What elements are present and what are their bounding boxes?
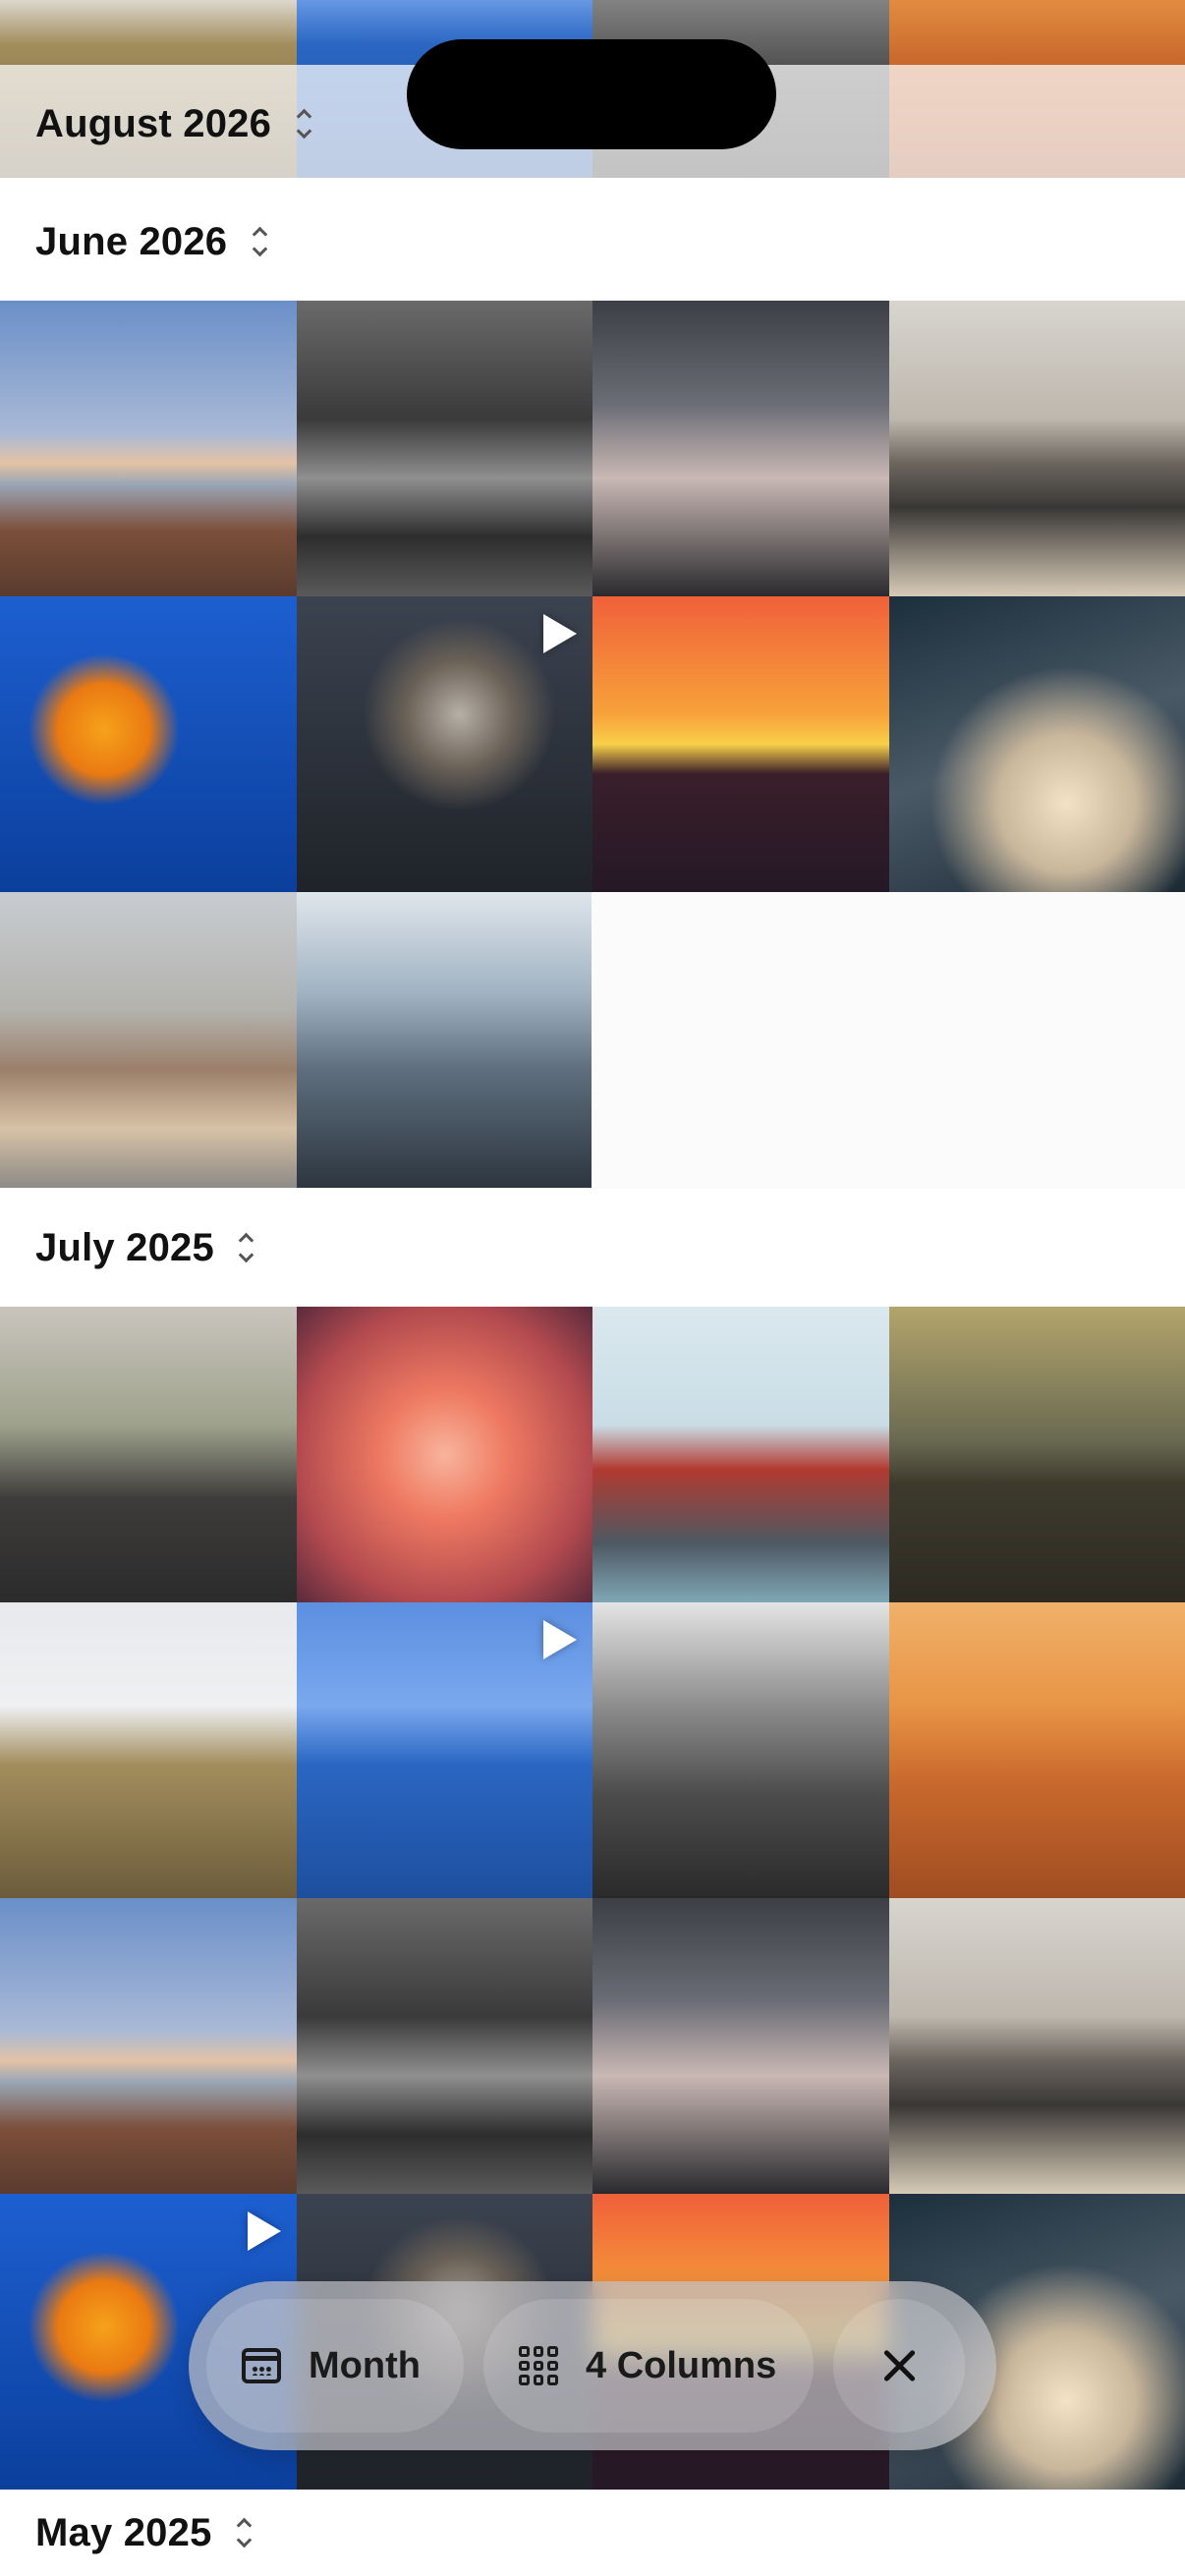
month-button[interactable]: Month <box>206 2299 464 2433</box>
section-title: July 2025 <box>35 1225 214 1269</box>
photo-tile[interactable] <box>888 1898 1185 2194</box>
photo-tile[interactable] <box>296 892 592 1188</box>
photo-tile[interactable] <box>888 301 1185 596</box>
expand-collapse-icon[interactable] <box>234 2515 255 2550</box>
dynamic-island <box>407 39 776 149</box>
video-tile[interactable] <box>296 1602 592 1898</box>
section-title: August 2026 <box>35 101 272 145</box>
video-tile[interactable] <box>296 596 592 892</box>
photo-tile[interactable] <box>592 301 889 596</box>
expand-collapse-icon[interactable] <box>236 1230 257 1265</box>
columns-label: 4 Columns <box>586 2344 777 2386</box>
play-icon <box>247 2212 281 2251</box>
section-header-july-2025[interactable]: July 2025 <box>0 1189 1185 1307</box>
photo-tile[interactable] <box>296 1307 592 1602</box>
photo-tile[interactable] <box>592 1307 889 1602</box>
photo-tile[interactable] <box>0 1898 297 2194</box>
month-label: Month <box>309 2344 421 2386</box>
empty-grid-space <box>592 893 1185 1189</box>
play-icon <box>543 1620 577 1659</box>
photo-tile[interactable] <box>0 596 297 892</box>
photo-tile[interactable] <box>888 1307 1185 1602</box>
grid-icon <box>519 2346 558 2385</box>
expand-collapse-icon[interactable] <box>249 224 270 259</box>
section-header-june-2026[interactable]: June 2026 <box>0 183 1185 301</box>
photo-tile[interactable] <box>296 1898 592 2194</box>
photo-tile[interactable] <box>592 1898 889 2194</box>
photo-tile[interactable] <box>888 596 1185 892</box>
grid-options-toolbar: Month 4 Columns <box>189 2281 996 2450</box>
close-icon <box>880 2347 918 2384</box>
play-icon <box>543 614 577 653</box>
photo-tile[interactable] <box>0 301 297 596</box>
photo-tile[interactable] <box>592 1602 889 1898</box>
close-button[interactable] <box>833 2299 965 2433</box>
expand-collapse-icon[interactable] <box>293 106 314 141</box>
section-title: June 2026 <box>35 219 228 263</box>
columns-button[interactable]: 4 Columns <box>483 2299 814 2433</box>
calendar-icon <box>242 2348 281 2383</box>
photo-tile[interactable] <box>296 301 592 596</box>
section-header-may-2025[interactable]: May 2025 <box>0 2490 1185 2576</box>
photo-tile[interactable] <box>0 1307 297 1602</box>
photo-tile[interactable] <box>0 1602 297 1898</box>
photo-tile[interactable] <box>0 892 297 1188</box>
section-title: May 2025 <box>35 2510 212 2554</box>
photo-tile[interactable] <box>888 1602 1185 1898</box>
photo-tile[interactable] <box>592 596 889 892</box>
